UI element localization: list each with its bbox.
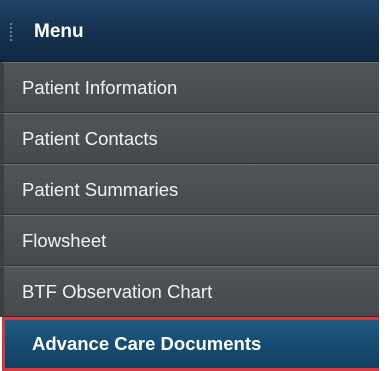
menu-items: Patient Information Patient Contacts Pat…	[0, 62, 385, 371]
menu-panel: Menu Patient Information Patient Contact…	[0, 0, 385, 371]
menu-item-flowsheet[interactable]: Flowsheet	[0, 215, 385, 266]
menu-item-label: Flowsheet	[22, 230, 107, 251]
menu-item-patient-contacts[interactable]: Patient Contacts	[0, 113, 385, 164]
menu-title: Menu	[34, 21, 84, 42]
menu-item-label: Advance Care Documents	[32, 333, 262, 354]
menu-header: Menu	[0, 0, 385, 62]
menu-item-advance-care-documents[interactable]: Advance Care Documents	[2, 317, 385, 371]
menu-item-patient-information[interactable]: Patient Information	[0, 62, 385, 113]
drag-grip-icon[interactable]	[9, 22, 13, 42]
menu-item-label: BTF Observation Chart	[22, 281, 213, 302]
menu-item-btf-observation-chart[interactable]: BTF Observation Chart	[0, 266, 385, 317]
menu-item-label: Patient Summaries	[22, 179, 179, 200]
menu-item-patient-summaries[interactable]: Patient Summaries	[0, 164, 385, 215]
menu-item-label: Patient Contacts	[22, 128, 158, 149]
panel-edge	[379, 0, 385, 371]
menu-item-label: Patient Information	[22, 77, 178, 98]
